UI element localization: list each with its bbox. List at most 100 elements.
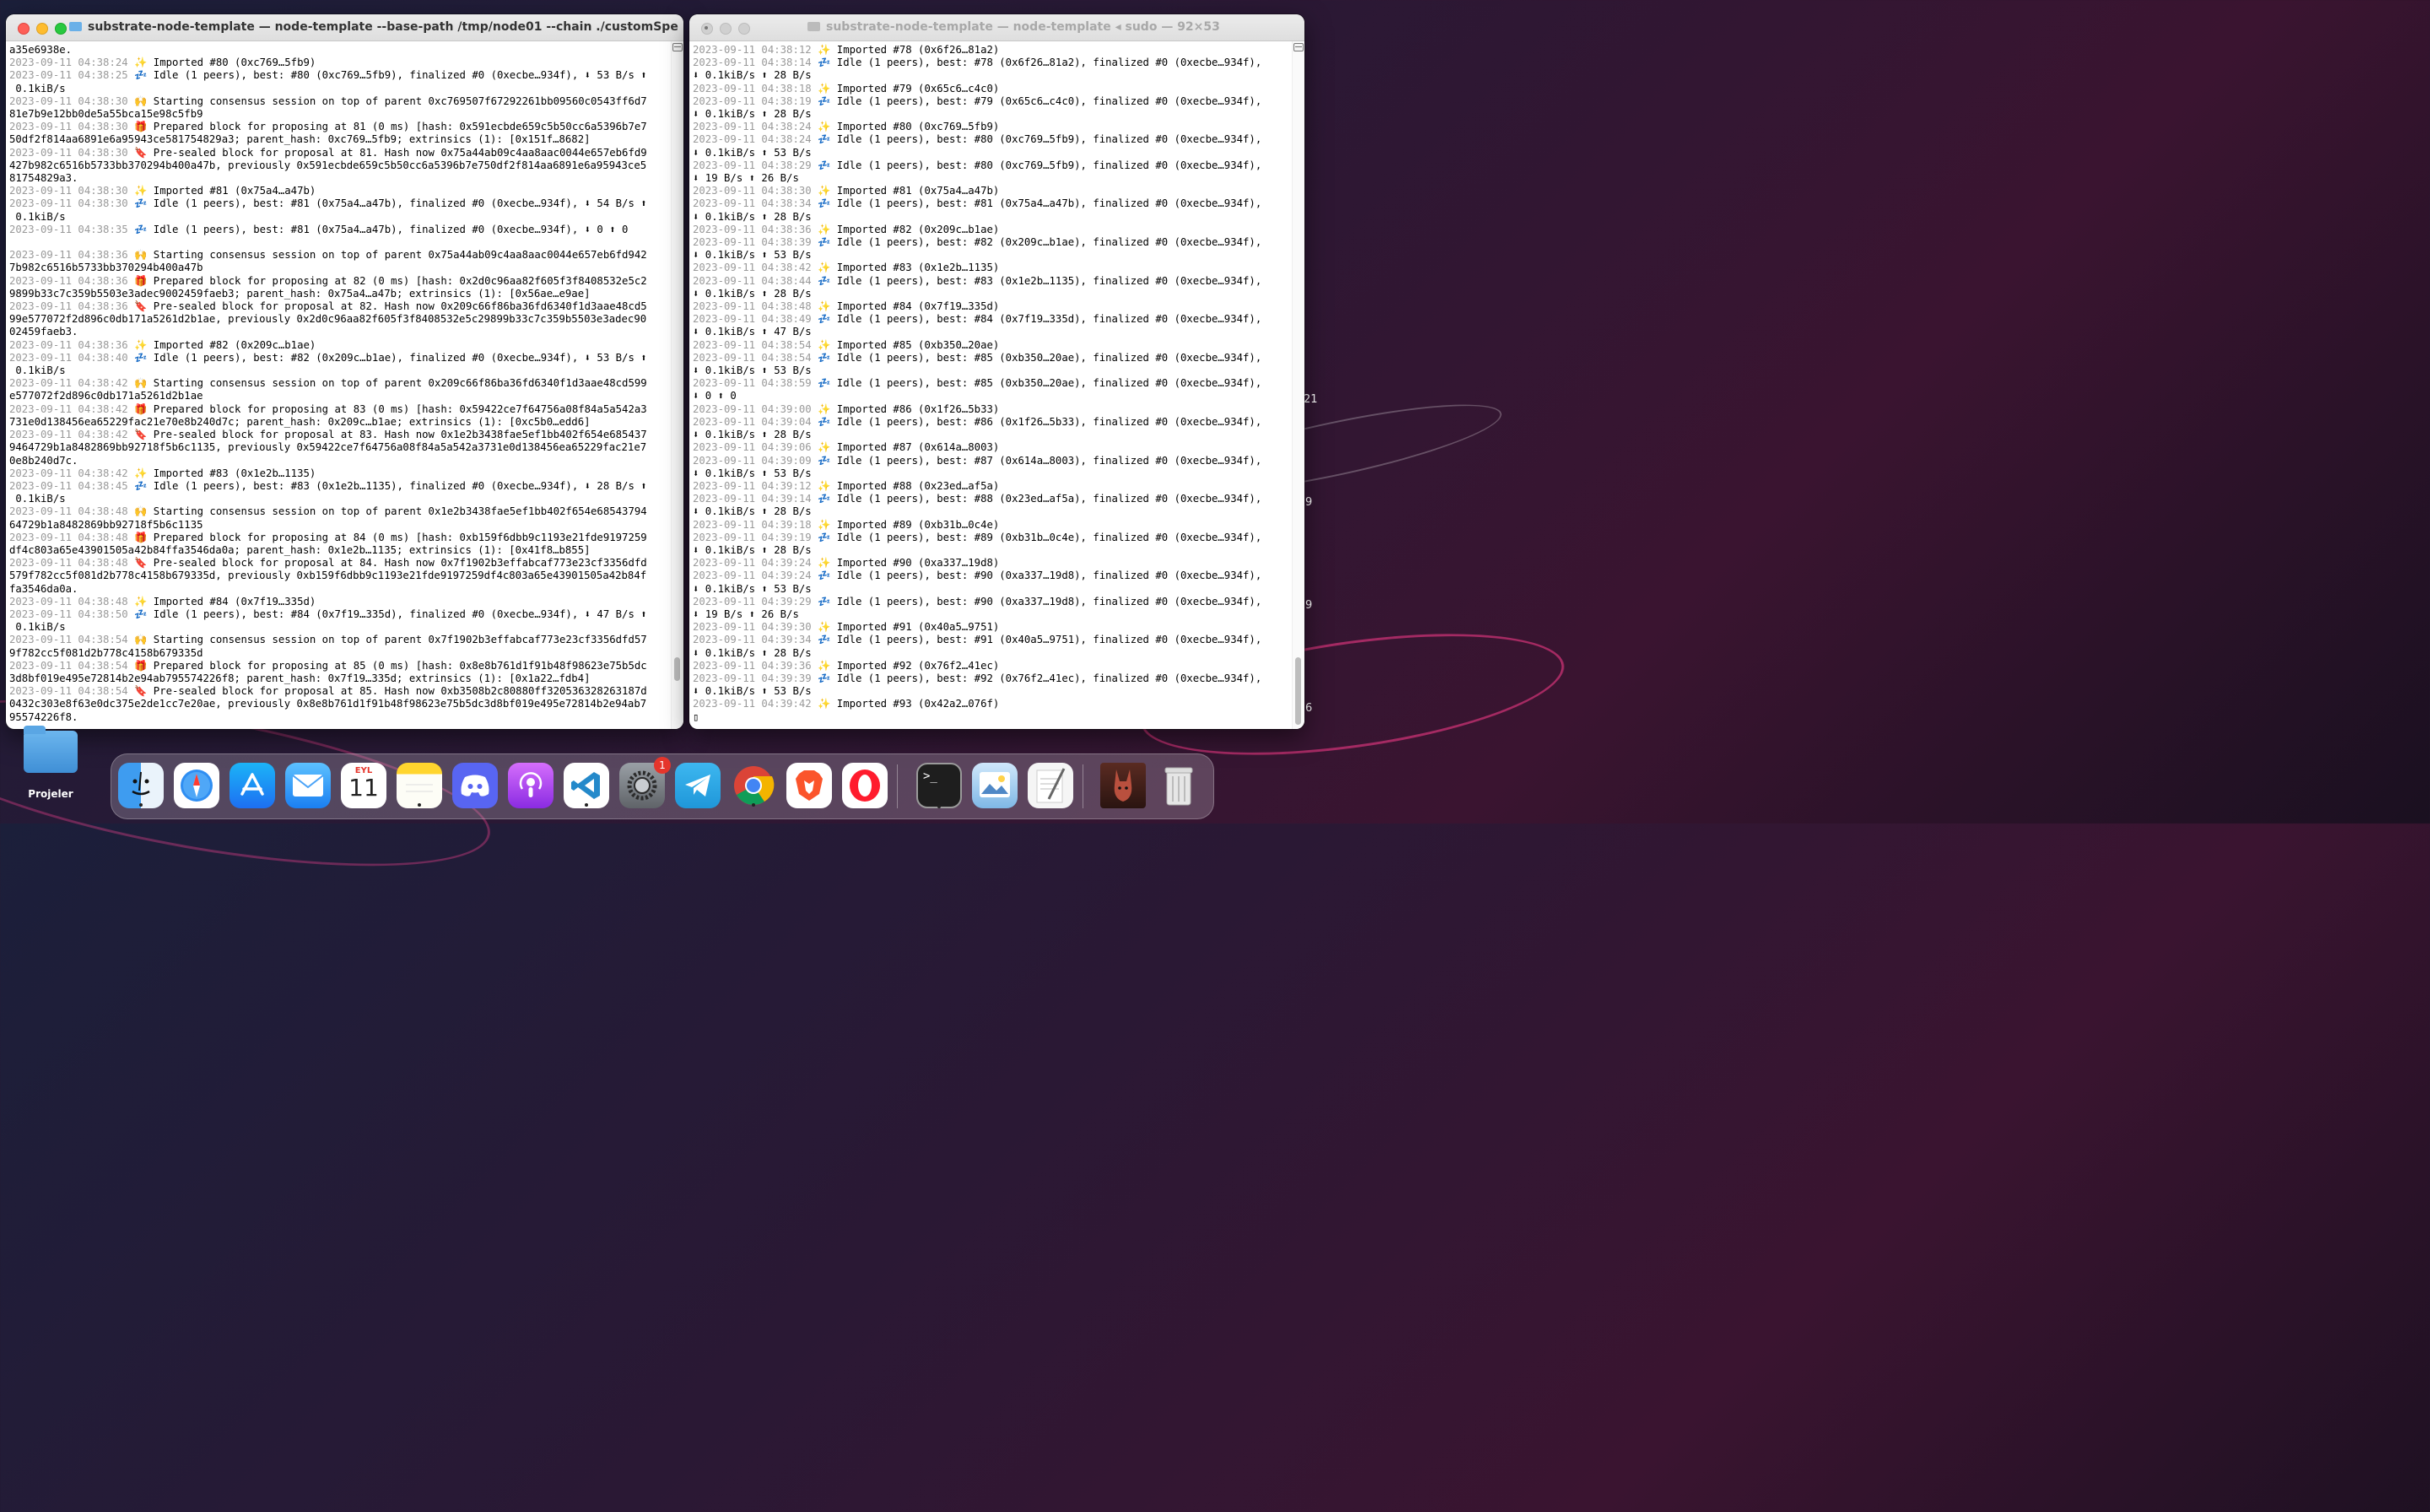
log-message: 50df2f814aa6891e6a95943ce581754829a3; pa… (9, 133, 591, 146)
preview-icon[interactable] (972, 763, 1018, 808)
log-line: 2023-09-11 04:38:42 ✨ Imported #83 (0x1e… (9, 467, 672, 480)
podcasts-icon[interactable] (508, 763, 554, 808)
title-bar[interactable]: substrate-node-template — node-template … (689, 14, 1304, 41)
log-timestamp: 2023-09-11 04:38:49 (693, 313, 818, 326)
terminal-window-left[interactable]: substrate-node-template — node-template … (6, 14, 683, 729)
log-message: 81754829a3. (9, 172, 78, 185)
calendar-day: 11 (348, 774, 379, 802)
log-line: 2023-09-11 04:38:24 ✨ Imported #80 (0xc7… (693, 121, 1293, 133)
notes-icon[interactable] (397, 763, 442, 808)
textedit-icon[interactable] (1028, 763, 1073, 808)
log-timestamp: 2023-09-11 04:38:44 (693, 274, 818, 287)
zoom-button[interactable] (738, 23, 750, 35)
zoom-button[interactable] (55, 23, 67, 35)
close-button[interactable] (701, 23, 713, 35)
log-line: 95574226f8. (9, 711, 672, 724)
log-timestamp: 2023-09-11 04:38:36 (9, 338, 135, 351)
log-line: ⬇ 0.1kiB/s ⬆ 28 B/s (693, 429, 1293, 441)
vscode-icon[interactable] (564, 763, 609, 808)
log-line: 2023-09-11 04:38:48 🙌 Starting consensus… (9, 505, 672, 518)
log-message: ✨ Imported #81 (0x75a4…a47b) (818, 185, 1000, 197)
minimize-button[interactable] (720, 23, 732, 35)
log-timestamp: 2023-09-11 04:39:42 (693, 698, 818, 710)
opera-icon[interactable] (842, 763, 888, 808)
log-timestamp: 2023-09-11 04:38:54 (9, 634, 135, 646)
log-message: ✨ Imported #87 (0x614a…8003) (818, 441, 1000, 454)
finder-icon[interactable] (118, 763, 164, 808)
edge-label: 9 (1305, 599, 1313, 612)
dock: EYL 11 1 >_ (111, 753, 1214, 819)
trash-icon[interactable] (1156, 763, 1202, 808)
calendar-icon[interactable]: EYL 11 (341, 763, 386, 808)
log-message: 02459faeb3. (9, 326, 78, 338)
log-line: 2023-09-11 04:38:35 💤 Idle (1 peers), be… (9, 224, 672, 236)
log-line: ⬇ 0.1kiB/s ⬆ 53 B/s (693, 147, 1293, 159)
log-line: 7b982c6516b5733bb370294b400a47b (9, 262, 672, 274)
log-line: ⬇ 0.1kiB/s ⬆ 53 B/s (693, 364, 1293, 377)
log-message: ✨ Imported #83 (0x1e2b…1135) (134, 467, 316, 479)
log-line: 2023-09-11 04:39:29 💤 Idle (1 peers), be… (693, 596, 1293, 608)
terminal-output[interactable]: 2023-09-11 04:38:12 ✨ Imported #78 (0x6f… (689, 41, 1293, 729)
scrollbar-thumb[interactable] (674, 657, 680, 681)
desktop-folder[interactable]: Projeler (20, 726, 81, 800)
chrome-icon[interactable] (731, 763, 776, 808)
log-message: 💤 Idle (1 peers), best: #83 (0x1e2b…1135… (818, 274, 1262, 287)
log-timestamp: 2023-09-11 04:38:40 (9, 351, 135, 364)
log-line: ⬇ 0.1kiB/s ⬆ 53 B/s (693, 249, 1293, 262)
log-line: ⬇ 19 B/s ⬆ 26 B/s (693, 172, 1293, 185)
log-timestamp: 2023-09-11 04:38:24 (693, 133, 818, 146)
log-line: 2023-09-11 04:39:18 ✨ Imported #89 (0xb3… (693, 519, 1293, 532)
log-line: 9464729b1a8482869bb92718f5b6c1135, previ… (9, 441, 672, 454)
log-timestamp: 2023-09-11 04:39:30 (693, 621, 818, 634)
log-line: 2023-09-11 04:38:36 🎁 Prepared block for… (9, 275, 672, 288)
log-timestamp: 2023-09-11 04:38:54 (693, 351, 818, 364)
app-store-icon[interactable] (230, 763, 275, 808)
log-message: 0432c303e8f63e0dc375e2de1cc7e20ae, previ… (9, 698, 647, 710)
log-line: 9899b33c7c359b5503e3adec9002459faeb3; pa… (9, 288, 672, 300)
log-message: ✨ Imported #82 (0x209c…b1ae) (134, 338, 316, 351)
log-timestamp: 2023-09-11 04:38:14 (693, 57, 818, 69)
log-line: fa3546da0a. (9, 583, 672, 596)
log-message: ⬇ 19 B/s ⬆ 26 B/s (693, 172, 799, 185)
terminal-icon[interactable]: >_ (916, 763, 962, 808)
log-message: 9464729b1a8482869bb92718f5b6c1135, previ… (9, 441, 647, 454)
system-settings-icon[interactable]: 1 (619, 757, 671, 808)
log-message: 🎁 Prepared block for proposing at 85 (0 … (134, 659, 647, 672)
log-message: ✨ Imported #83 (0x1e2b…1135) (818, 262, 1000, 274)
log-timestamp: 2023-09-11 04:38:50 (9, 608, 135, 620)
log-line: 2023-09-11 04:39:24 ✨ Imported #90 (0xa3… (693, 557, 1293, 570)
log-timestamp: 2023-09-11 04:38:36 (9, 274, 135, 287)
terminal-output[interactable]: a35e6938e. 2023-09-11 04:38:24 ✨ Imported… (6, 41, 672, 729)
split-view-icon[interactable] (1293, 43, 1304, 51)
log-line: 2023-09-11 04:38:45 💤 Idle (1 peers), be… (9, 480, 672, 493)
scrollbar-thumb[interactable] (1295, 657, 1301, 725)
log-line: 2023-09-11 04:39:06 ✨ Imported #87 (0x61… (693, 441, 1293, 454)
close-button[interactable] (18, 23, 30, 35)
mail-icon[interactable] (285, 763, 331, 808)
log-message: 🎁 Prepared block for proposing at 84 (0 … (134, 531, 647, 543)
log-line: ⬇ 0.1kiB/s ⬆ 28 B/s (693, 544, 1293, 557)
discord-icon[interactable] (452, 763, 498, 808)
brave-icon[interactable] (786, 763, 832, 808)
terminal-window-right[interactable]: substrate-node-template — node-template … (689, 14, 1304, 729)
log-message: 9899b33c7c359b5503e3adec9002459faeb3; pa… (9, 287, 591, 300)
scrollbar[interactable] (671, 41, 683, 729)
log-timestamp: 2023-09-11 04:39:29 (693, 595, 818, 608)
log-message: ⬇ 0.1kiB/s ⬆ 28 B/s (693, 287, 812, 300)
photo-icon[interactable] (1100, 763, 1146, 808)
log-message: 🔖 Pre-sealed block for proposal at 84. H… (134, 557, 647, 570)
log-line: 2023-09-11 04:38:14 💤 Idle (1 peers), be… (693, 57, 1293, 69)
minimize-button[interactable] (36, 23, 48, 35)
split-view-icon[interactable] (672, 43, 683, 51)
log-line: 2023-09-11 04:38:48 ✨ Imported #84 (0x7f… (9, 596, 672, 608)
telegram-icon[interactable] (675, 763, 721, 808)
scrollbar[interactable] (1292, 41, 1304, 729)
safari-icon[interactable] (174, 763, 219, 808)
log-line: 427b982c6516b5733bb370294b400a47b, previ… (9, 159, 672, 172)
edge-label: 21 (1304, 393, 1318, 406)
title-bar[interactable]: substrate-node-template — node-template … (6, 14, 683, 41)
log-line: ⬇ 19 B/s ⬆ 26 B/s (693, 608, 1293, 621)
log-message: ✨ Imported #81 (0x75a4…a47b) (134, 185, 316, 197)
log-message: 0.1kiB/s (9, 493, 66, 505)
window-title-text: substrate-node-template — node-template … (88, 20, 678, 34)
